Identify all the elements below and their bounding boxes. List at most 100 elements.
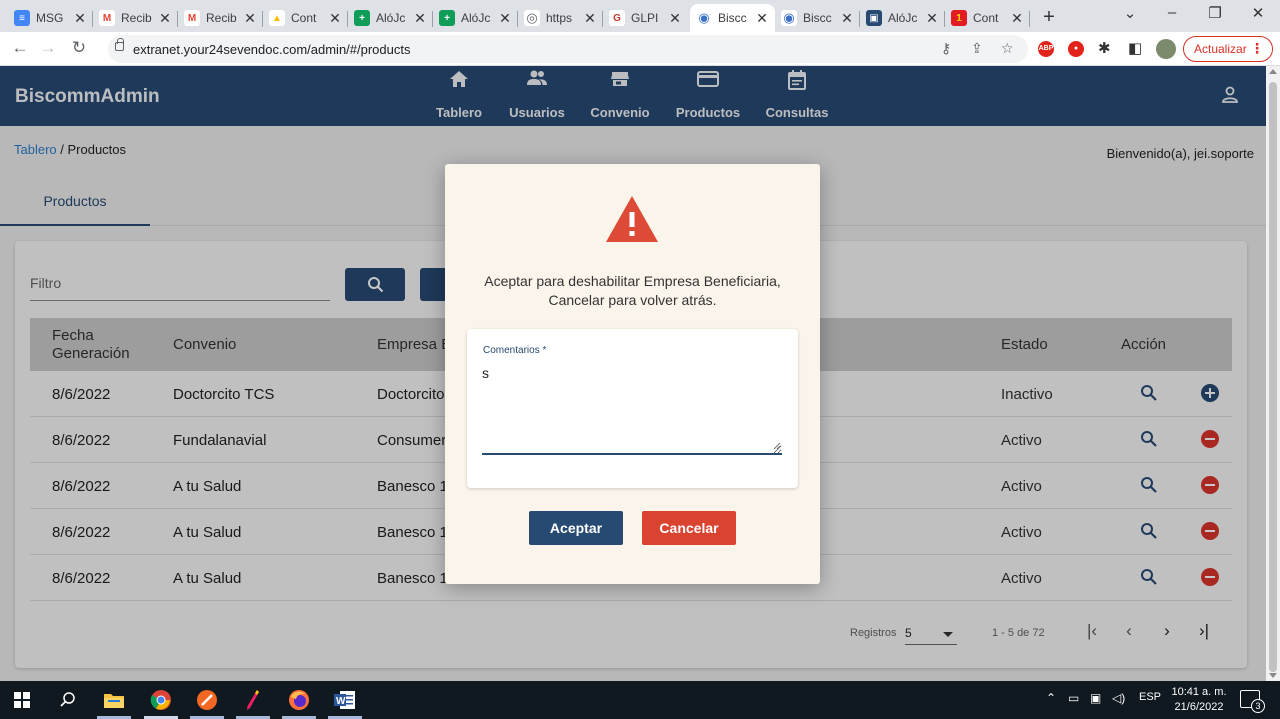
browser-tab[interactable]: ◎ https ✕ xyxy=(518,4,603,32)
taskbar-clock[interactable]: 10:41 a. m. 21/6/2022 xyxy=(1168,685,1230,715)
url-text[interactable]: extranet.your24sevendoc.com/admin/#/prod… xyxy=(133,42,411,57)
gmail-icon: M xyxy=(99,10,115,26)
close-icon[interactable]: ✕ xyxy=(73,10,87,27)
close-window-button[interactable]: ✕ xyxy=(1238,4,1278,22)
notification-center-icon[interactable]: 3 xyxy=(1240,690,1265,713)
browser-tab-title: AlóJc xyxy=(461,11,491,25)
forward-icon[interactable]: → xyxy=(37,38,59,58)
bookmark-star-icon[interactable]: ☆ xyxy=(1001,40,1014,57)
sheets-icon: + xyxy=(354,10,370,26)
scroll-down-icon[interactable] xyxy=(1269,673,1277,678)
new-tab-button[interactable]: + xyxy=(1038,6,1060,29)
address-toolbar: ← → ↻ extranet.your24sevendoc.com/admin/… xyxy=(0,32,1280,66)
windows-taskbar: W ⌃ ▭ ▣ ◁) ESP 10:41 a. m. 21/6/2022 3 xyxy=(0,681,1280,719)
number-one-icon: 1 xyxy=(951,10,967,26)
glpi-icon: G xyxy=(609,10,625,26)
close-icon[interactable]: ✕ xyxy=(925,10,939,27)
comment-underline xyxy=(482,453,782,455)
browser-tab-title: https xyxy=(546,11,573,25)
browser-tab-active[interactable]: ◉ Biscc ✕ xyxy=(690,4,775,32)
url-bar[interactable]: extranet.your24sevendoc.com/admin/#/prod… xyxy=(108,35,1028,63)
lock-icon[interactable] xyxy=(115,38,124,51)
browser-tab-title: AlóJc xyxy=(888,11,918,25)
browser-tab-title: GLPI xyxy=(631,11,659,25)
volume-icon[interactable]: ◁) xyxy=(1112,691,1125,705)
minimize-button[interactable]: – xyxy=(1152,4,1192,21)
key-icon[interactable]: ⚷ xyxy=(941,40,951,57)
dialog-message: Aceptar para deshabilitar Empresa Benefi… xyxy=(465,272,800,310)
close-icon[interactable]: ✕ xyxy=(840,10,854,27)
confirm-dialog: Aceptar para deshabilitar Empresa Benefi… xyxy=(445,164,820,584)
battery-icon[interactable]: ▭ xyxy=(1068,691,1079,705)
close-icon[interactable]: ✕ xyxy=(498,10,512,27)
close-icon[interactable]: ✕ xyxy=(158,10,172,27)
side-panel-icon[interactable]: ◧ xyxy=(1128,39,1142,57)
warning-icon xyxy=(606,196,658,242)
restore-button[interactable]: ❐ xyxy=(1195,4,1235,22)
page-scrollbar[interactable] xyxy=(1266,66,1280,681)
close-icon[interactable]: ✕ xyxy=(583,10,597,27)
search-icon[interactable] xyxy=(56,688,80,712)
dialog-message-line1: Aceptar para deshabilitar Empresa Benefi… xyxy=(484,273,781,289)
word-icon[interactable]: W xyxy=(333,688,357,712)
browser-tab[interactable]: M Recib ✕ xyxy=(178,4,263,32)
close-icon[interactable]: ✕ xyxy=(328,10,342,27)
back-icon[interactable]: ← xyxy=(9,38,31,58)
browser-tab-title: Recib xyxy=(206,11,237,25)
adblock-icon[interactable]: ABP xyxy=(1038,41,1054,57)
dialog-message-line2: Cancelar para volver atrás. xyxy=(548,292,717,308)
browser-tab[interactable]: + AlóJc ✕ xyxy=(433,4,518,32)
extensions-puzzle-icon[interactable]: ✱ xyxy=(1098,39,1111,57)
firefox-icon[interactable] xyxy=(287,688,311,712)
browser-tab[interactable]: 1 Cont ✕ xyxy=(945,4,1030,32)
app-icon: ▣ xyxy=(866,10,882,26)
browser-tab[interactable]: ◉ Biscc ✕ xyxy=(775,4,860,32)
browser-tab[interactable]: ≡ MSG ✕ xyxy=(8,4,93,32)
extension-red-icon[interactable]: ● xyxy=(1068,41,1084,57)
app-orange-icon[interactable] xyxy=(195,688,219,712)
close-icon[interactable]: ✕ xyxy=(668,10,682,27)
update-button[interactable]: Actualizar ⋮ xyxy=(1183,36,1273,62)
browser-tab[interactable]: M Recib ✕ xyxy=(93,4,178,32)
reload-icon[interactable]: ↻ xyxy=(68,38,90,58)
browser-tab[interactable]: ▲ Cont ✕ xyxy=(263,4,348,32)
browser-tab-title: Recib xyxy=(121,11,152,25)
update-label: Actualizar xyxy=(1194,42,1247,56)
clock-date: 21/6/2022 xyxy=(1174,701,1224,713)
browser-tab-title: MSG xyxy=(36,11,64,25)
accept-button[interactable]: Aceptar xyxy=(529,511,623,545)
file-explorer-icon[interactable] xyxy=(102,688,126,712)
close-icon[interactable]: ✕ xyxy=(755,10,769,27)
chrome-icon[interactable] xyxy=(149,688,173,712)
browser-tab[interactable]: ▣ AlóJc ✕ xyxy=(860,4,945,32)
globe-icon: ◎ xyxy=(524,10,540,26)
browser-tab-title: AlóJc xyxy=(376,11,406,25)
windows-start-icon[interactable] xyxy=(10,688,34,712)
svg-text:W: W xyxy=(336,696,346,707)
close-icon[interactable]: ✕ xyxy=(1010,10,1024,27)
pen-app-icon[interactable] xyxy=(241,688,265,712)
browser-tab-title: Cont xyxy=(291,11,317,25)
scroll-up-icon[interactable] xyxy=(1269,69,1277,74)
cancel-button[interactable]: Cancelar xyxy=(642,511,736,545)
tab-search-icon[interactable]: ⌄ xyxy=(1110,4,1150,22)
browser-tab[interactable]: + AlóJc ✕ xyxy=(348,4,433,32)
profile-avatar[interactable] xyxy=(1156,39,1176,59)
biscomm-icon: ◉ xyxy=(696,10,712,26)
chevron-up-icon[interactable]: ⌃ xyxy=(1046,691,1056,705)
comment-textarea[interactable]: s xyxy=(482,362,782,454)
browser-tab[interactable]: G GLPI ✕ xyxy=(603,4,688,32)
language-indicator[interactable]: ESP xyxy=(1139,691,1161,703)
share-icon[interactable]: ⇪ xyxy=(971,40,983,57)
comment-label: Comentarios * xyxy=(483,345,547,356)
scroll-thumb[interactable] xyxy=(1269,82,1277,672)
browser-tab-strip: ≡ MSG ✕ M Recib ✕ M Recib ✕ ▲ Cont ✕ + A… xyxy=(0,0,1280,32)
resize-handle-icon[interactable] xyxy=(773,442,781,450)
network-icon[interactable]: ▣ xyxy=(1090,691,1101,705)
close-icon[interactable]: ✕ xyxy=(413,10,427,27)
gmail-icon: M xyxy=(184,10,200,26)
comment-card: Comentarios * s xyxy=(467,329,798,488)
browser-tab-title: Biscc xyxy=(803,11,832,25)
browser-tab-title: Biscc xyxy=(718,11,747,25)
close-icon[interactable]: ✕ xyxy=(243,10,257,27)
